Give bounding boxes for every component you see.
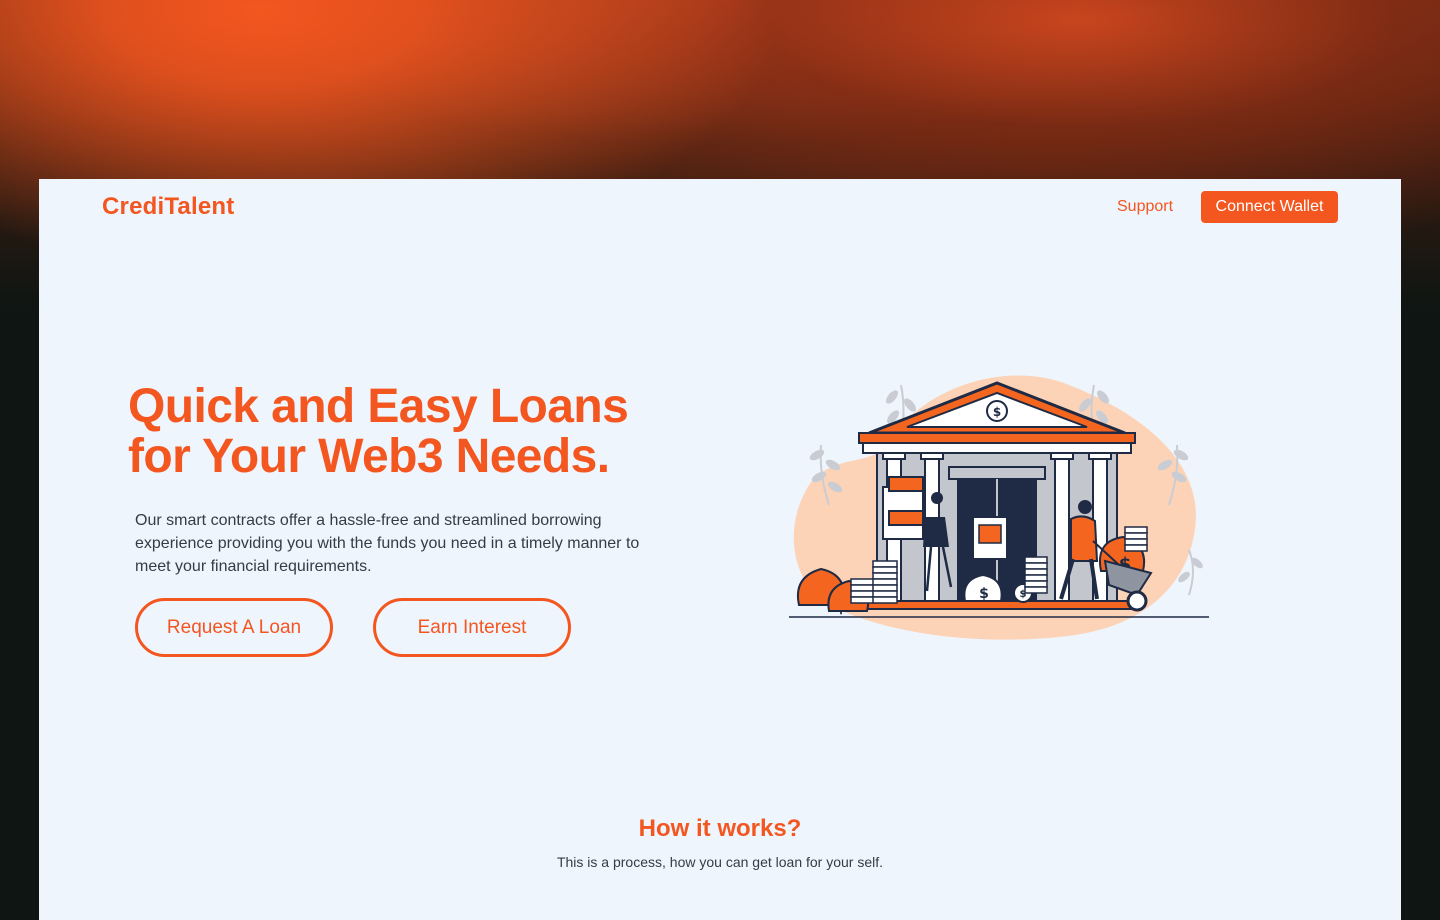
how-it-works-title: How it works? bbox=[638, 815, 802, 842]
svg-text:$: $ bbox=[993, 405, 1001, 419]
bank-illustration: $ $ $ $ bbox=[789, 375, 1209, 640]
support-link[interactable]: Support bbox=[1117, 198, 1173, 216]
logo[interactable]: CrediTalent bbox=[102, 193, 234, 221]
how-it-works-subtitle: This is a process, how you can get loan … bbox=[556, 854, 884, 870]
request-loan-button[interactable]: Request A Loan bbox=[135, 598, 333, 657]
hero-title-line-2: for Your Web3 Needs. bbox=[128, 430, 610, 483]
hero-title: Quick and Easy Loans for Your Web3 Needs… bbox=[128, 382, 688, 482]
svg-text:$: $ bbox=[979, 586, 989, 602]
earn-interest-button[interactable]: Earn Interest bbox=[373, 598, 571, 657]
page-container: CrediTalent Support Connect Wallet Quick… bbox=[39, 179, 1401, 920]
person-icon-2 bbox=[972, 516, 1008, 560]
hero-description: Our smart contracts offer a hassle-free … bbox=[135, 512, 640, 575]
hero-title-line-1: Quick and Easy Loans bbox=[128, 380, 629, 433]
connect-wallet-button[interactable]: Connect Wallet bbox=[1201, 191, 1338, 223]
